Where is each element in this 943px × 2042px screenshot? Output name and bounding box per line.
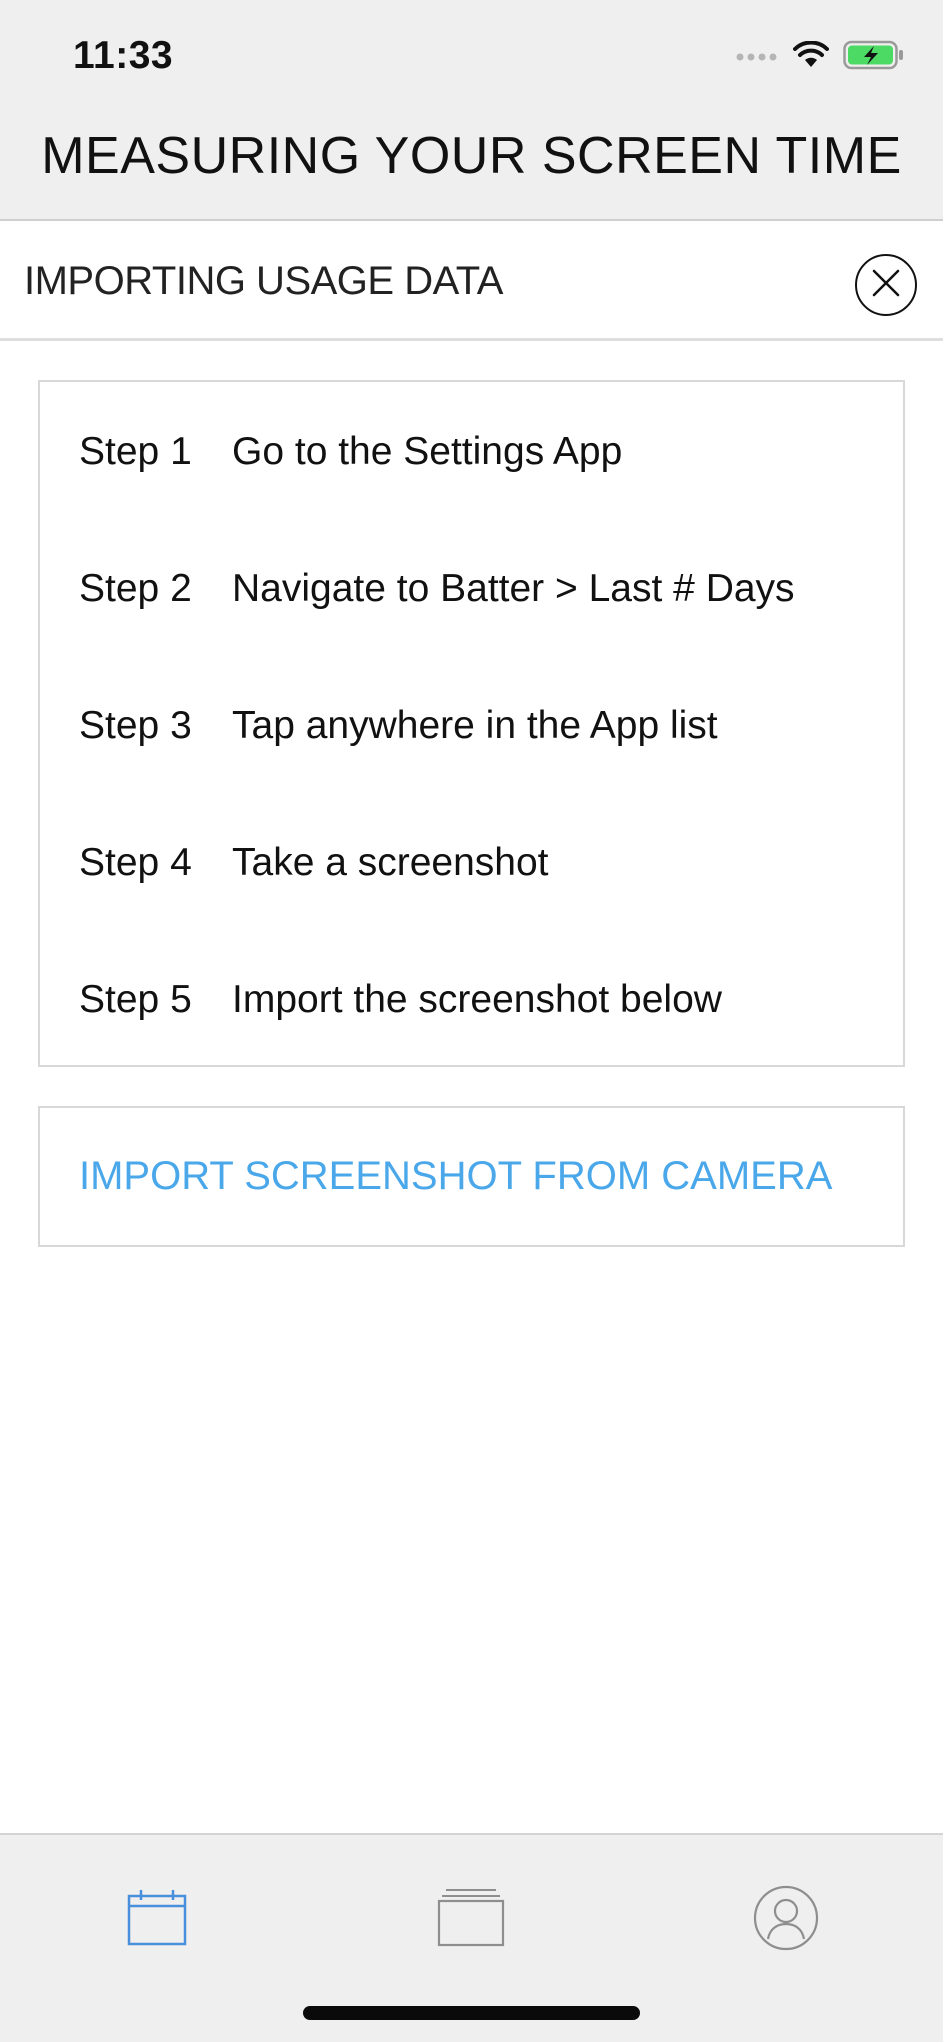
step-label: Step 4 bbox=[79, 841, 192, 884]
step-row: Step 3 Tap anywhere in the App list bbox=[79, 696, 718, 756]
step-row: Step 2 Navigate to Batter > Last # Days bbox=[79, 559, 795, 619]
signal-icon bbox=[735, 48, 779, 67]
wifi-icon bbox=[793, 40, 829, 74]
tab-calendar[interactable] bbox=[112, 1875, 202, 1965]
import-screenshot-label: IMPORT SCREENSHOT FROM CAMERA bbox=[79, 1154, 833, 1198]
calendar-icon bbox=[126, 1888, 188, 1953]
page-title: MEASURING YOUR SCREEN TIME bbox=[41, 127, 902, 185]
step-label: Step 2 bbox=[79, 567, 192, 610]
profile-icon bbox=[752, 1884, 820, 1957]
section-title: IMPORTING USAGE DATA bbox=[24, 259, 503, 303]
close-button[interactable] bbox=[855, 254, 917, 316]
battery-charging-icon bbox=[843, 40, 905, 75]
status-icons bbox=[735, 40, 905, 75]
import-screenshot-button[interactable]: IMPORT SCREENSHOT FROM CAMERA bbox=[38, 1106, 905, 1247]
status-time: 11:33 bbox=[73, 34, 174, 77]
section-header: IMPORTING USAGE DATA bbox=[0, 221, 943, 341]
step-label: Step 1 bbox=[79, 430, 192, 473]
step-text: Go to the Settings App bbox=[232, 430, 623, 473]
tab-stack[interactable] bbox=[426, 1875, 516, 1965]
steps-card: Step 1 Go to the Settings App Step 2 Nav… bbox=[38, 380, 905, 1067]
top-bar: 11:33 MEASURING YOUR SCREEN TIME bbox=[0, 0, 943, 221]
stack-icon bbox=[436, 1887, 506, 1954]
step-text: Navigate to Batter > Last # Days bbox=[232, 567, 795, 610]
step-row: Step 1 Go to the Settings App bbox=[79, 422, 622, 482]
step-text: Tap anywhere in the App list bbox=[232, 704, 718, 747]
close-icon bbox=[869, 266, 903, 305]
step-label: Step 5 bbox=[79, 978, 192, 1021]
home-indicator bbox=[303, 2006, 640, 2020]
step-label: Step 3 bbox=[79, 704, 192, 747]
tab-profile[interactable] bbox=[741, 1875, 831, 1965]
step-row: Step 4 Take a screenshot bbox=[79, 833, 549, 893]
step-text: Take a screenshot bbox=[232, 841, 549, 884]
step-row: Step 5 Import the screenshot below bbox=[79, 970, 722, 1030]
step-text: Import the screenshot below bbox=[232, 978, 722, 1021]
